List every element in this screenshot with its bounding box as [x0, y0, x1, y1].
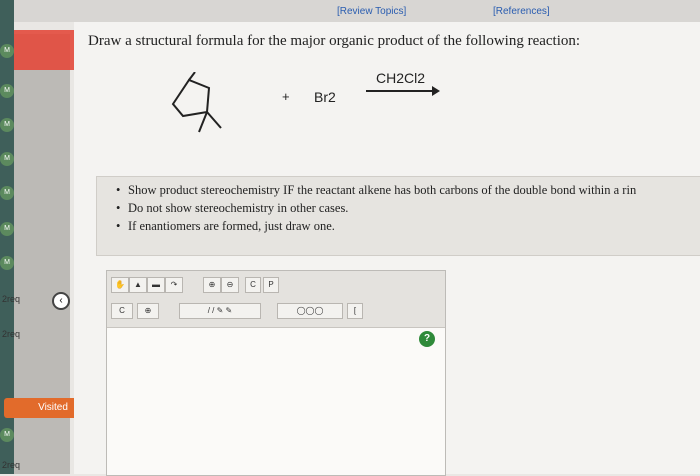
instruction-item: Show product stereochemistry IF the reac…: [116, 183, 636, 198]
zoom-out-icon[interactable]: ⊖: [221, 277, 239, 293]
drawing-canvas[interactable]: [107, 328, 445, 475]
top-bar: [Review Topics] [References]: [0, 0, 700, 22]
plus-sign: +: [282, 89, 290, 104]
lock-tool-icon[interactable]: ▲: [129, 277, 147, 293]
nav-label-2req[interactable]: 2req: [2, 294, 20, 304]
nav-label-2req[interactable]: 2req: [2, 329, 20, 339]
reactant-structure: [171, 72, 222, 133]
nav-badge-6[interactable]: M: [0, 222, 14, 236]
question-prompt: Draw a structural formula for the major …: [88, 33, 581, 49]
eraser-tool-icon[interactable]: ▬: [147, 277, 165, 293]
review-topics-link[interactable]: [Review Topics]: [337, 6, 406, 17]
instruction-item: Do not show stereochemistry in other cas…: [116, 201, 348, 216]
charge-tool-icon[interactable]: ⊕: [137, 303, 159, 319]
bracket-tool[interactable]: [: [347, 303, 363, 319]
hand-tool-icon[interactable]: ✋: [111, 277, 129, 293]
nav-label-2req[interactable]: 2req: [2, 460, 20, 470]
nav-badge-5[interactable]: M: [0, 186, 14, 200]
lasso-tool-icon[interactable]: ↷: [165, 277, 183, 293]
ring-templates-icon[interactable]: ◯◯◯: [277, 303, 343, 319]
reaction-arrow: [366, 86, 440, 96]
structure-editor[interactable]: ✋ ▲ ▬ ↷ ⊕ ⊖ C P C ⊕ / / ✎ ✎ ◯◯◯ [: [106, 270, 446, 476]
paste-tool[interactable]: P: [263, 277, 279, 293]
instruction-item: If enantiomers are formed, just draw one…: [116, 219, 335, 234]
reagent-label: Br2: [314, 89, 336, 105]
nav-badge-1[interactable]: M: [0, 44, 14, 58]
solvent-label: CH2Cl2: [376, 70, 426, 86]
help-icon[interactable]: ?: [419, 331, 435, 347]
nav-badge-7[interactable]: M: [0, 256, 14, 270]
atom-carbon-tool[interactable]: C: [111, 303, 133, 319]
nav-badge-4[interactable]: M: [0, 152, 14, 166]
editor-toolbar: ✋ ▲ ▬ ↷ ⊕ ⊖ C P C ⊕ / / ✎ ✎ ◯◯◯ [: [107, 271, 445, 328]
nav-badge-8[interactable]: M: [0, 428, 14, 442]
nav-badge-2[interactable]: M: [0, 84, 14, 98]
references-link[interactable]: [References]: [493, 6, 550, 17]
copy-tool[interactable]: C: [245, 277, 261, 293]
bond-tools-icon[interactable]: / / ✎ ✎: [179, 303, 261, 319]
zoom-in-icon[interactable]: ⊕: [203, 277, 221, 293]
collapse-nav-button[interactable]: ‹: [52, 292, 70, 310]
current-question-marker: [14, 30, 74, 70]
nav-badge-3[interactable]: M: [0, 118, 14, 132]
